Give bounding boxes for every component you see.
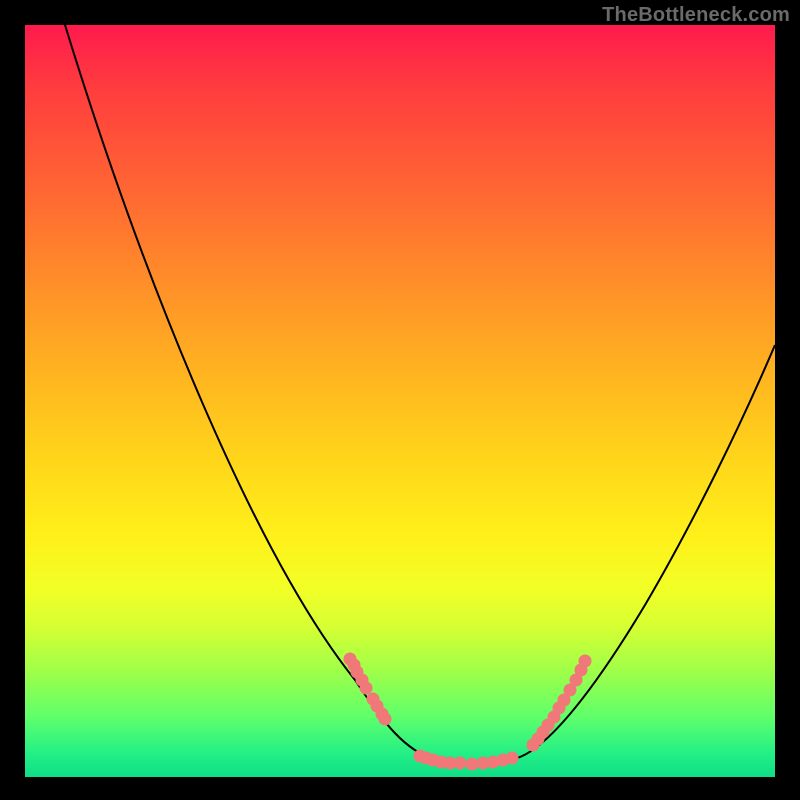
chart-frame: TheBottleneck.com — [0, 0, 800, 800]
curve-marker — [466, 758, 479, 771]
plot-area — [25, 25, 775, 777]
curve-marker — [506, 752, 519, 765]
curve-marker — [454, 757, 467, 770]
watermark-text: TheBottleneck.com — [602, 4, 790, 27]
curve-marker — [360, 682, 373, 695]
curve-layer — [25, 25, 775, 777]
curve-marker — [579, 655, 592, 668]
curve-marker — [379, 713, 392, 726]
marker-group — [344, 653, 592, 771]
bottleneck-curve — [65, 25, 775, 763]
